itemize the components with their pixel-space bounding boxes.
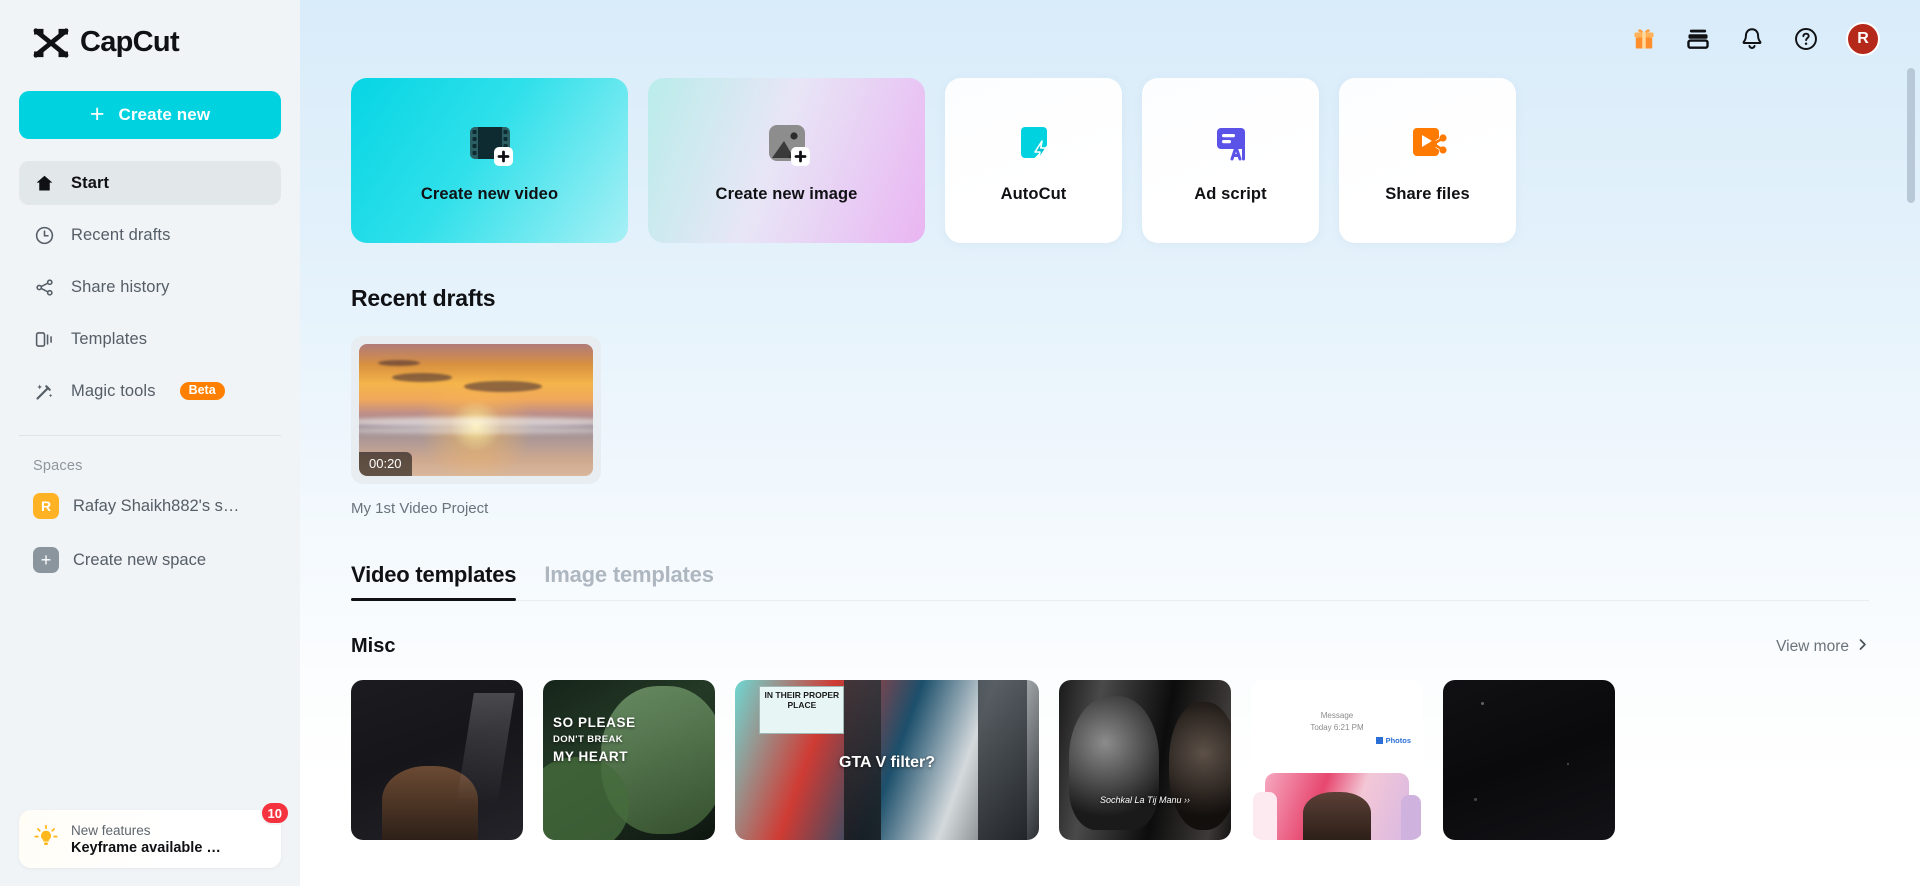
create-new-space-button[interactable]: + Create new space [19,538,281,582]
home-icon [33,172,55,194]
main-content: R Create new video Create new image Auto… [300,0,1920,886]
template-caption-3: Photos [1385,736,1411,745]
tab-video-templates[interactable]: Video templates [351,562,517,601]
autocut-label: AutoCut [1000,185,1067,203]
beta-badge: Beta [179,382,225,400]
content-area: Create new video Create new image AutoCu… [300,78,1920,840]
image-plus-icon [761,117,813,169]
sidebar: CapCut + Create new Start Recent drafts [0,0,300,886]
template-caption: GTA V filter? [839,753,935,771]
template-card[interactable] [1443,680,1615,840]
new-features-texts: New features Keyframe available … [71,823,221,856]
autocut-icon [1008,117,1060,169]
new-features-subtitle: New features [71,822,151,838]
new-features-title: Keyframe available … [71,839,221,856]
capcut-logo-icon [32,27,70,59]
sidebar-item-templates[interactable]: Templates [19,317,281,361]
action-cards-row: Create new video Create new image AutoCu… [351,78,1920,243]
new-features-badge-count: 10 [259,801,290,825]
template-caption: Message [1320,711,1354,720]
ad-script-card[interactable]: Ad script [1142,78,1319,243]
share-files-label: Share files [1385,185,1470,203]
template-caption-3: MY HEART [553,748,629,764]
sidebar-item-start[interactable]: Start [19,161,281,205]
template-card[interactable]: Sochkal La Tij Manu ›› [1059,680,1231,840]
template-caption: SO PLEASE [553,715,636,731]
bell-icon[interactable] [1738,25,1766,53]
template-card[interactable]: Message Today 6:21 PM Photos [1251,680,1423,840]
create-new-space-label: Create new space [73,550,206,569]
template-caption: Sochkal La Tij Manu ›› [1100,795,1190,806]
misc-templates-row: SO PLEASE DON'T BREAK MY HEART IN THEIR … [351,680,1920,840]
create-new-video-card[interactable]: Create new video [351,78,628,243]
misc-section-header: Misc View more [351,635,1920,658]
create-new-label: Create new [118,105,211,124]
film-plus-icon [464,117,516,169]
avatar[interactable]: R [1846,22,1880,56]
new-features-banner[interactable]: New features Keyframe available … 10 [19,801,290,868]
sidebar-item-start-label: Start [71,173,110,192]
gift-icon[interactable] [1630,25,1658,53]
template-card[interactable]: IN THEIR PROPER PLACE GTA V filter? [735,680,1039,840]
sidebar-item-recent-drafts[interactable]: Recent drafts [19,213,281,257]
draft-card[interactable]: 00:20 [351,336,601,484]
autocut-card[interactable]: AutoCut [945,78,1122,243]
create-new-image-card[interactable]: Create new image [648,78,925,243]
clock-icon [33,224,55,246]
space-avatar: R [33,493,59,519]
sidebar-item-templates-label: Templates [71,329,148,348]
capcut-app: CapCut + Create new Start Recent drafts [0,0,1920,886]
sunset-beach-thumbnail: 00:20 [359,344,593,476]
templates-tabs: Video templates Image templates [351,562,1869,601]
share-icon [33,276,55,298]
recent-drafts-title: Recent drafts [351,285,496,311]
chevron-right-icon [1856,638,1869,656]
spaces-section-label: Spaces [33,458,83,474]
magic-wand-icon [33,380,55,402]
sidebar-nav: Start Recent drafts Share history Templa… [0,161,300,421]
cloud-storage-icon[interactable] [1684,25,1712,53]
plus-icon: + [89,99,105,128]
share-files-card[interactable]: Share files [1339,78,1516,243]
template-card[interactable] [351,680,523,840]
template-caption-2: DON'T BREAK [553,734,623,746]
plus-icon: + [33,547,59,573]
template-caption-2: Today 6:21 PM [1310,723,1364,732]
sidebar-item-recent-drafts-label: Recent drafts [71,225,171,244]
space-item-user[interactable]: R Rafay Shaikh882's s… [19,484,281,528]
share-files-icon [1402,117,1454,169]
brand-logo[interactable]: CapCut [0,0,300,59]
sidebar-item-share-history-label: Share history [71,277,170,296]
space-item-user-label: Rafay Shaikh882's s… [73,496,240,515]
sidebar-item-magic-tools[interactable]: Magic tools Beta [19,369,281,413]
ad-script-label: Ad script [1194,185,1267,203]
recent-drafts-section: Recent drafts 00:20 My 1st Video Project [351,285,1920,517]
lightbulb-icon [33,824,59,855]
templates-icon [33,328,55,350]
brand-name: CapCut [80,26,180,58]
header-toolbar: R [300,0,1920,78]
draft-name: My 1st Video Project [351,500,489,517]
sidebar-item-share-history[interactable]: Share history [19,265,281,309]
create-new-button[interactable]: + Create new [19,91,281,139]
ad-script-ai-icon [1205,117,1257,169]
sidebar-item-magic-tools-label: Magic tools [71,381,156,400]
view-more-label: View more [1776,637,1849,655]
create-new-image-label: Create new image [715,185,858,203]
view-more-button[interactable]: View more [1776,638,1869,656]
draft-duration-badge: 00:20 [359,452,412,476]
vertical-scrollbar[interactable] [1907,68,1915,203]
create-new-video-label: Create new video [420,185,559,203]
misc-title: Misc [351,635,396,657]
template-caption-top: IN THEIR PROPER PLACE [764,689,840,711]
template-card[interactable]: SO PLEASE DON'T BREAK MY HEART [543,680,715,840]
tab-image-templates[interactable]: Image templates [544,562,714,600]
help-icon[interactable] [1792,25,1820,53]
